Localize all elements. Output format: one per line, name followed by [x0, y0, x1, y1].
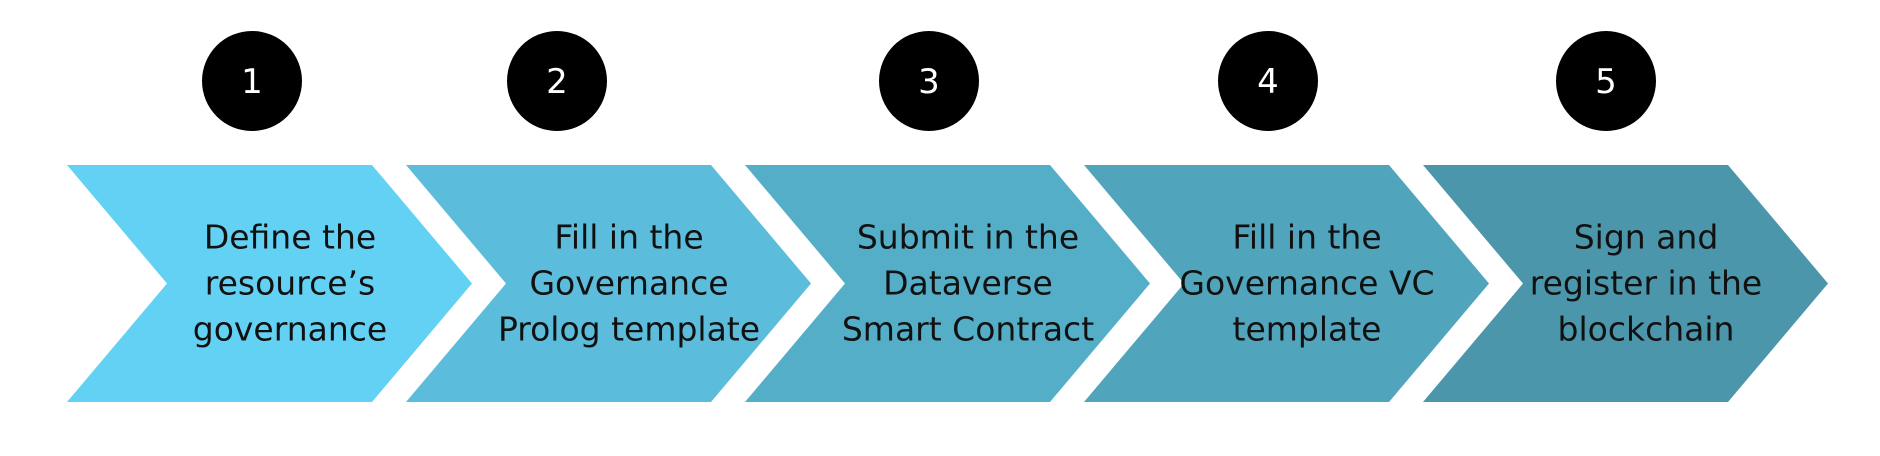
step-1: 1 Define the resource’s governance [67, 31, 472, 402]
step-2: 2 Fill in the Governance Prolog template [406, 31, 811, 402]
step-5: 5 Sign and register in the blockchain [1423, 31, 1828, 402]
step-5-number: 5 [1595, 62, 1617, 102]
step-2-label-line-1: Fill in the [554, 218, 703, 257]
step-1-label-line-3: governance [193, 310, 387, 349]
step-4-label-line-3: template [1233, 310, 1382, 349]
step-4-number: 4 [1257, 62, 1279, 102]
step-3-label-line-1: Submit in the [857, 218, 1079, 257]
step-3: 3 Submit in the Dataverse Smart Contract [745, 31, 1150, 402]
step-2-number: 2 [546, 62, 568, 102]
step-4: 4 Fill in the Governance VC template [1084, 31, 1489, 402]
step-5-label-line-2: register in the [1530, 264, 1762, 303]
step-1-label-line-1: Define the [204, 218, 376, 257]
step-4-label-line-2: Governance VC [1179, 264, 1434, 303]
process-flow-canvas: 1 Define the resource’s governance 2 Fill in … [67, 31, 1828, 402]
step-2-label-line-3: Prolog template [498, 310, 760, 349]
step-1-label-line-2: resource’s [205, 264, 375, 303]
step-5-label-line-3: blockchain [1558, 310, 1735, 349]
step-5-label-line-1: Sign and [1574, 218, 1719, 257]
step-3-number: 3 [918, 62, 940, 102]
step-1-number: 1 [241, 62, 263, 102]
step-2-label-line-2: Governance [529, 264, 728, 303]
step-3-label-line-2: Dataverse [883, 264, 1053, 303]
step-3-label-line-3: Smart Contract [842, 310, 1094, 349]
step-4-label-line-1: Fill in the [1232, 218, 1381, 257]
process-flow-diagram: 1 Define the resource’s governance 2 Fill in … [0, 0, 1880, 456]
